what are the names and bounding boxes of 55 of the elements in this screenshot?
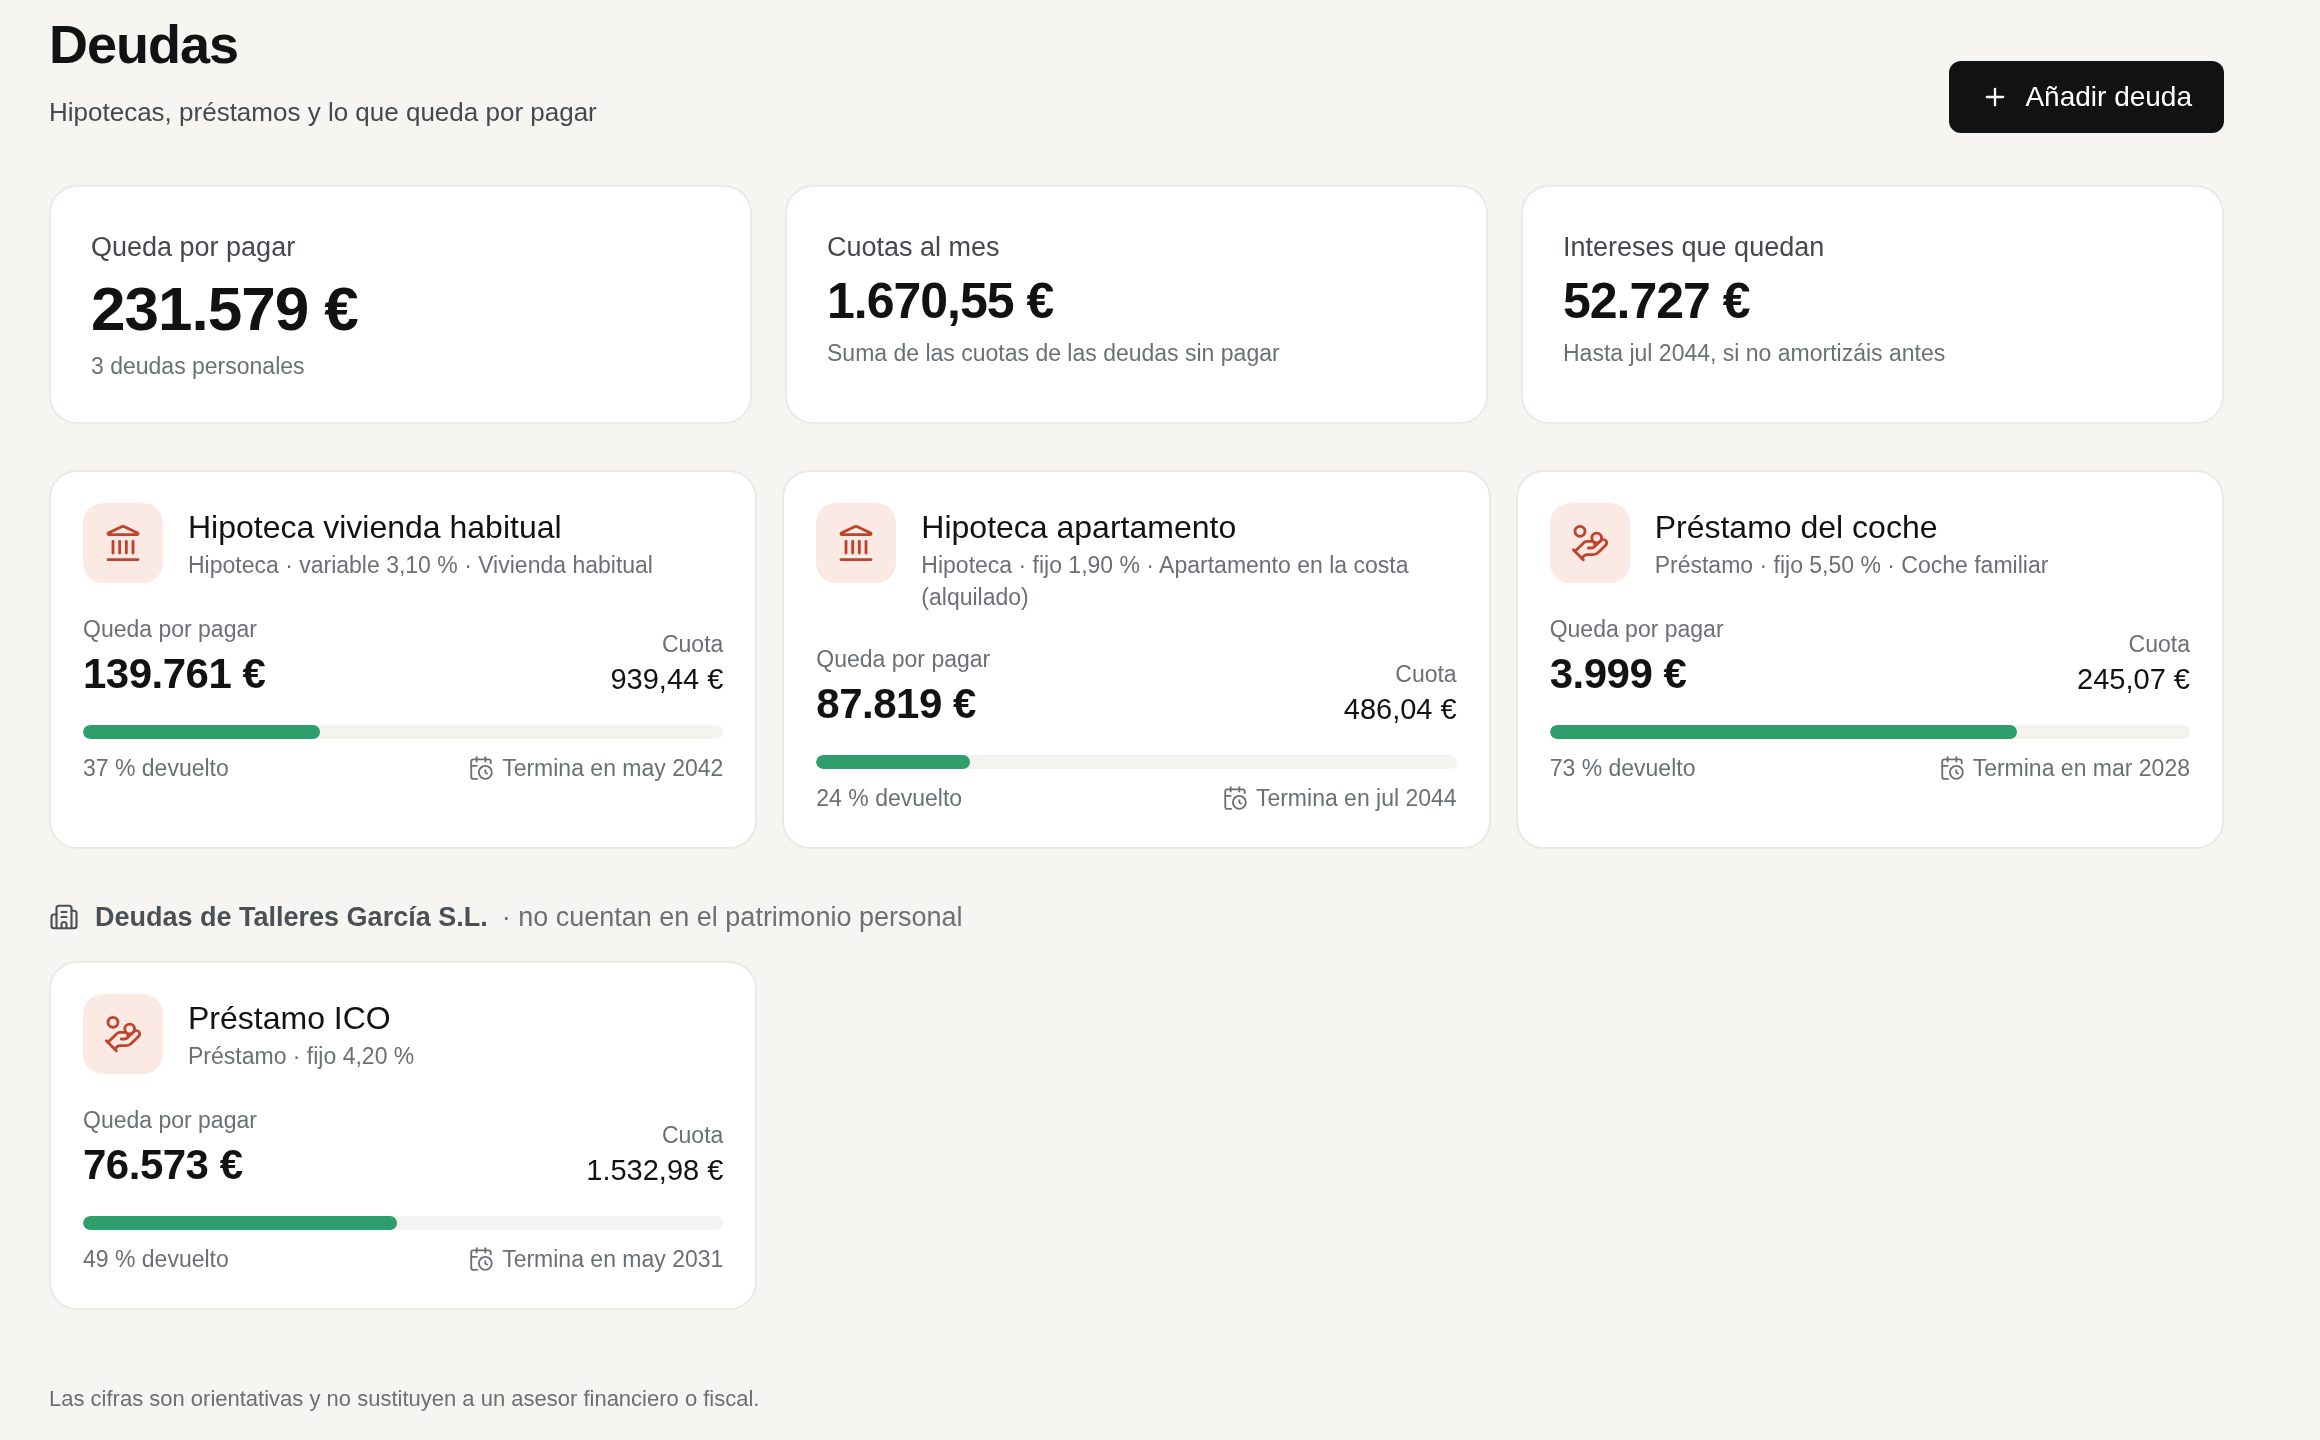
remaining-label: Queda por pagar — [83, 1106, 257, 1136]
debt-title: Hipoteca apartamento — [921, 508, 1237, 548]
debt-details: Préstamo · fijo 4,20 % — [188, 1042, 415, 1072]
remaining-label: Queda por pagar — [1549, 615, 1724, 645]
payment-amount: 1.532,98 € — [586, 1153, 724, 1189]
remaining-amount: 87.819 € — [816, 679, 976, 730]
summary-note: 3 deudas personales — [91, 352, 305, 382]
debt-details: Hipoteca · variable 3,10 % · Vivienda habitual — [188, 551, 653, 581]
end-date-text: Termina en mar 2028 — [1972, 754, 2190, 784]
remaining-amount: 76.573 € — [83, 1140, 243, 1191]
calendar-clock-icon — [468, 755, 495, 782]
section-note: · no cuentan en el patrimonio personal — [501, 901, 963, 935]
section-title: Deudas de Talleres García S.L. — [95, 901, 488, 935]
payment-label: Cuota — [661, 1121, 724, 1151]
remaining-amount: 3.999 € — [1549, 649, 1687, 700]
add-debt-button[interactable]: Añadir deuda — [1949, 61, 2224, 133]
payment-label: Cuota — [2128, 630, 2190, 660]
progress-text: 73 % devuelto — [1549, 754, 1696, 784]
payment-label: Cuota — [661, 630, 724, 660]
payment-amount: 939,44 € — [610, 662, 724, 698]
end-date-text: Termina en may 2042 — [502, 754, 724, 784]
page-subtitle: Hipotecas, préstamos y lo que queda por pagar — [49, 96, 597, 129]
summary-label: Cuotas al mes — [827, 231, 1000, 264]
page-title: Deudas — [49, 13, 239, 76]
bank-building-icon — [83, 503, 163, 584]
summary-label: Queda por pagar — [91, 231, 296, 264]
debt-title: Préstamo ICO — [188, 999, 391, 1039]
end-date-text: Termina en may 2031 — [502, 1245, 724, 1275]
remaining-label: Queda por pagar — [83, 615, 257, 645]
payment-amount: 245,07 € — [2077, 662, 2190, 698]
calendar-clock-icon — [468, 1246, 495, 1273]
disclaimer-text: Las cifras son orientativas y no sustituyen a un asesor financiero o fiscal. — [49, 1385, 760, 1414]
progress-text: 24 % devuelto — [816, 784, 963, 814]
bank-building-icon — [816, 503, 897, 584]
summary-value: 1.670,55 € — [827, 273, 1054, 331]
hand-coins-icon — [83, 994, 163, 1075]
summary-note: Suma de las cuotas de las deudas sin pagar — [827, 338, 1280, 368]
debt-details: Hipoteca · fijo 1,90 % · Apartamento en la costa (alquilado) — [921, 551, 1410, 613]
remaining-label: Queda por pagar — [816, 645, 991, 675]
hand-coins-icon — [1549, 503, 1630, 584]
debt-title: Hipoteca vivienda habitual — [188, 508, 562, 548]
calendar-clock-icon — [1938, 755, 1965, 782]
summary-label: Intereses que quedan — [1563, 231, 1825, 264]
calendar-clock-icon — [1221, 785, 1248, 812]
summary-value: 52.727 € — [1563, 273, 1750, 331]
payment-amount: 486,04 € — [1343, 692, 1457, 728]
debt-details: Préstamo · fijo 5,50 % · Coche familiar — [1654, 551, 2049, 581]
summary-note: Hasta jul 2044, si no amortizáis antes — [1563, 338, 1946, 368]
payment-label: Cuota — [1395, 660, 1457, 690]
remaining-amount: 139.761 € — [83, 649, 266, 700]
progress-text: 37 % devuelto — [83, 754, 229, 784]
end-date-text: Termina en jul 2044 — [1255, 784, 1457, 814]
summary-value: 231.579 € — [91, 273, 358, 345]
progress-text: 49 % devuelto — [83, 1245, 229, 1275]
debt-title: Préstamo del coche — [1654, 508, 1938, 548]
